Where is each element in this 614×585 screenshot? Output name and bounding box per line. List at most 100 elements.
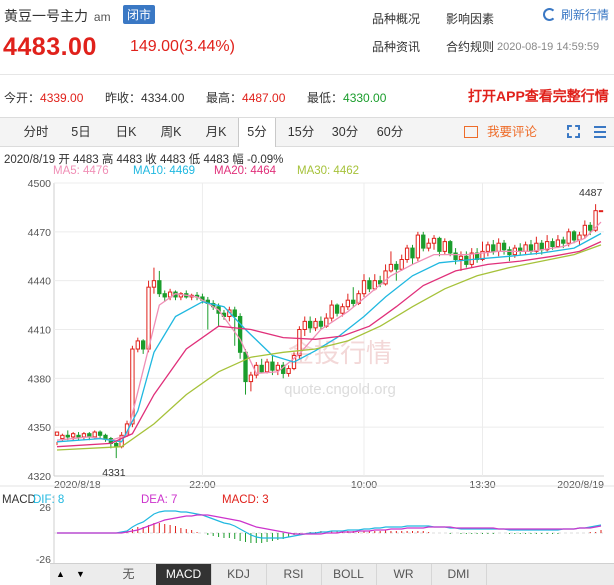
quote-datetime: 2020-08-19 14:59:59 [497,41,600,53]
stat-open: 今开：4339.00 [4,91,84,105]
indicator-boll[interactable]: BOLL [321,564,377,585]
macd-dif-line [57,510,602,539]
arrow-down-icon[interactable]: ▼ [76,569,85,579]
price-annotation: 4487 [579,187,603,199]
refresh-icon [543,8,556,21]
ma30-label: MA30: 4462 [297,165,360,177]
last-price: 4483.00 [3,33,97,61]
refresh-label: 刷新行情 [561,8,610,22]
candle-body [410,247,415,259]
candle-body [431,237,437,244]
ma10-label: MA10: 4469 [133,165,196,177]
tab-5min[interactable]: 5分 [238,118,276,147]
ma5-label: MA5: 4476 [53,165,109,177]
link-news[interactable]: 品种资讯 [372,38,420,55]
indicator-kdj[interactable]: KDJ [211,564,267,585]
candle-body [103,434,108,440]
candle-body [318,320,324,327]
candle-body [588,224,593,231]
candle-body [351,299,356,304]
candle-body [243,351,248,383]
tab-30min[interactable]: 30分 [327,118,363,146]
link-rules[interactable]: 合约规则 [446,38,494,55]
candle-body [76,434,81,438]
candle-body [232,309,237,317]
comment-button[interactable]: 我要评论 [464,118,537,146]
kline-chart[interactable]: 4320 4350 4380 4410 4440 4470 4500 2020/8/18 22:… [0,178,614,563]
candle-body [264,361,270,373]
x-tick-label: 22:00 [189,479,215,491]
candle-body [345,299,351,308]
link-overview[interactable]: 品种概况 [372,10,420,27]
y-tick-label: 4350 [28,422,52,434]
candle-body [571,231,577,241]
candle-body [302,320,307,331]
macd-legend: DIF: 8 [33,494,64,506]
indicator-wr[interactable]: WR [376,564,432,585]
candle-body [442,241,447,252]
candle-body [491,244,496,252]
watermark-url: quote.cngold.org [284,381,396,398]
candle-body [566,231,571,244]
candle-body [394,263,399,270]
quote-header: 黄豆一号主力 am 闭市 4483.00 149.00(3.44%) 品种概况 … [0,0,614,112]
tab-60min[interactable]: 60分 [372,118,408,146]
fullscreen-icon[interactable] [567,125,580,138]
x-tick-label: 2020/8/19 [557,479,604,491]
tab-daily-k[interactable]: 日K [108,118,144,146]
y-tick-label: 4440 [28,276,52,288]
macd-legend: DEA: 7 [141,494,177,506]
candle-body [313,320,318,329]
tab-15min[interactable]: 15分 [283,118,319,146]
contract-title: 黄豆一号主力 am [4,6,111,26]
indicator-none[interactable]: 无 [101,564,157,585]
x-tick-label: 10:00 [351,479,377,491]
candle-body [561,239,566,244]
candle-body [275,364,281,371]
candle-body [555,239,561,247]
candle-body [307,320,313,329]
candle-body [388,263,394,272]
tab-timeshare[interactable]: 分时 [18,118,54,146]
candle-body [415,234,421,259]
y-tick-label: 4410 [28,325,52,337]
candle-body [501,242,507,251]
candle-body [421,234,426,249]
menu-icon[interactable] [594,126,606,141]
candle-body [92,431,97,438]
candle-body [507,249,512,256]
status-badge: 闭市 [123,5,156,24]
comment-label: 我要评论 [487,125,538,139]
candle-body [485,244,491,252]
open-app-link[interactable]: 打开APP查看完整行情 [468,86,609,106]
indicator-macd[interactable]: MACD [156,564,212,585]
candle-body [146,286,151,350]
candle-body [157,280,162,295]
link-factors[interactable]: 影响因素 [446,10,494,27]
ma20-label: MA20: 4464 [214,165,277,177]
macd-tick-label: -26 [36,554,51,563]
candle-body [458,255,464,261]
arrow-up-icon[interactable]: ▲ [56,569,65,579]
candle-body [598,210,604,213]
divider [0,74,614,75]
candle-body [523,244,528,252]
candle-body [259,364,264,373]
candle-body [361,280,367,295]
candle-body [582,224,588,236]
candle-body [248,374,254,383]
y-tick-label: 4380 [28,373,52,385]
candle-body [60,434,65,440]
tab-monthly-k[interactable]: 月K [198,118,234,146]
candle-body [528,244,534,252]
candle-body [448,241,453,254]
candle-body [70,433,76,438]
indicator-rsi[interactable]: RSI [266,564,322,585]
tab-5day[interactable]: 5日 [63,118,99,146]
contract-name: 黄豆一号主力 [4,8,88,24]
tab-weekly-k[interactable]: 周K [153,118,189,146]
candle-body [141,340,146,350]
indicator-dmi[interactable]: DMI [431,564,487,585]
refresh-button[interactable]: 刷新行情 [543,6,609,23]
candle-body [97,431,103,436]
